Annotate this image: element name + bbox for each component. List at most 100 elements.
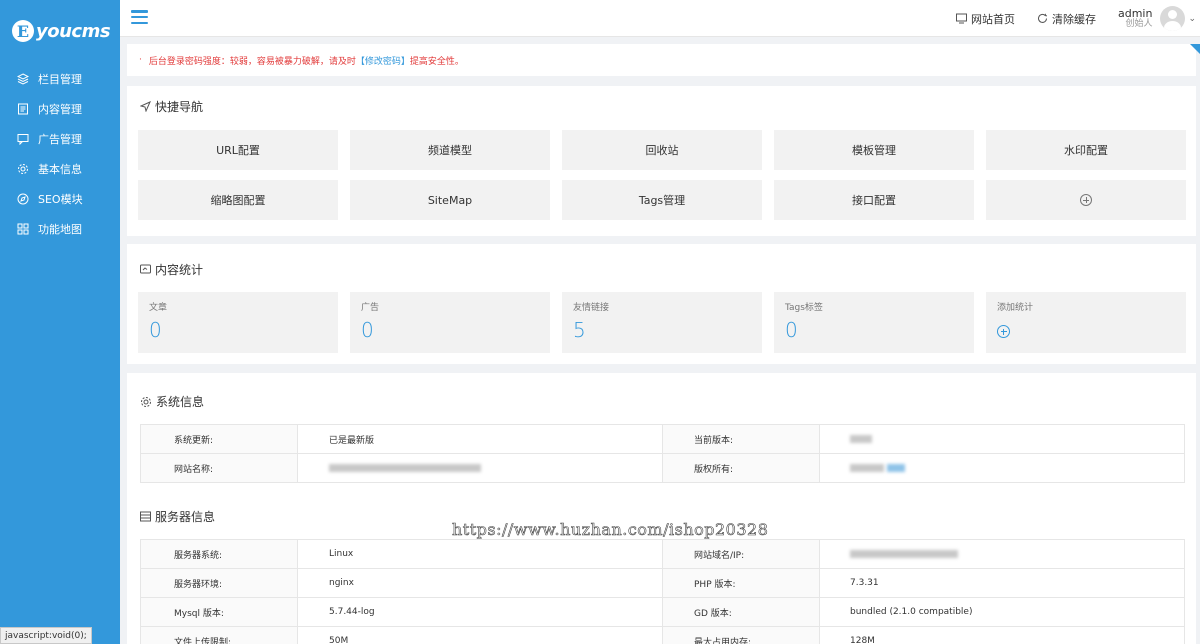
- table-row: 服务器环境: nginx PHP 版本: 7.3.31: [140, 568, 1185, 598]
- server-info-title: 服务器信息: [155, 510, 216, 524]
- stat-ads[interactable]: 广告 0: [350, 292, 550, 353]
- table-row: 系统更新: 已是最新版 当前版本:: [140, 424, 1185, 454]
- sidebar-item-label: 功能地图: [38, 223, 82, 236]
- avatar[interactable]: [1160, 6, 1186, 31]
- stat-label: 文章: [149, 303, 168, 313]
- add-shortcut-button[interactable]: [986, 180, 1186, 220]
- watermark-config-button[interactable]: 水印配置: [986, 130, 1186, 170]
- gear-icon: [140, 396, 152, 408]
- api-config-button[interactable]: 接口配置: [774, 180, 974, 220]
- template-manage-button[interactable]: 模板管理: [774, 130, 974, 170]
- stat-value: 0: [149, 318, 162, 342]
- tags-manage-button[interactable]: Tags管理: [562, 180, 762, 220]
- info-key: 当前版本:: [662, 424, 820, 454]
- stat-articles[interactable]: 文章 0: [138, 292, 338, 353]
- sidebar-item-label: 基本信息: [38, 163, 82, 176]
- add-circle-icon: [1080, 194, 1092, 206]
- stat-value: 0: [785, 318, 798, 342]
- change-password-link[interactable]: 【修改密码】: [356, 54, 410, 67]
- send-icon: [140, 101, 151, 112]
- logo-text: youcms: [36, 20, 111, 42]
- info-key: PHP 版本:: [662, 568, 820, 598]
- info-key: 最大占用内存:: [662, 626, 820, 644]
- table-row: 网站名称: 版权所有:: [140, 453, 1185, 483]
- info-value: Linux: [297, 539, 663, 569]
- clear-cache-link[interactable]: 清除缓存: [1037, 11, 1096, 27]
- info-value: 5.7.44-log: [297, 597, 663, 627]
- chevron-down-icon[interactable]: ⌄: [1188, 14, 1196, 24]
- monitor-icon: [955, 13, 967, 24]
- document-icon: [17, 103, 29, 115]
- recycle-bin-button[interactable]: 回收站: [562, 130, 762, 170]
- stats-grid: 文章 0 广告 0 友情链接 5 Tags标签 0 添加统计: [138, 292, 1186, 353]
- info-key: 网站名称:: [140, 453, 298, 483]
- info-value-redacted: [819, 424, 1185, 454]
- system-info-title: 系统信息: [156, 395, 205, 409]
- stat-label: 友情链接: [573, 303, 610, 313]
- sidebar-item-label: 栏目管理: [38, 73, 82, 86]
- server-info-table: 服务器系统: Linux 网站域名/IP: 服务器环境: nginx PHP 版…: [140, 539, 1185, 644]
- info-value: 50M: [297, 626, 663, 644]
- stat-add[interactable]: 添加统计: [986, 292, 1186, 353]
- stat-label: 广告: [361, 303, 380, 313]
- info-value: 128M: [819, 626, 1185, 644]
- stat-links[interactable]: 友情链接 5: [562, 292, 762, 353]
- chart-icon: [140, 264, 151, 275]
- quick-nav-body: 快捷导航 URL配置 频道模型 回收站 模板管理 水印配置 缩略图配置 Site…: [127, 86, 1196, 236]
- add-circle-icon[interactable]: [997, 325, 1010, 338]
- sidebar-item-label: 内容管理: [38, 103, 82, 116]
- system-info-table: 系统更新: 已是最新版 当前版本: 网站名称: 版权所有:: [140, 424, 1185, 483]
- refresh-icon: [1037, 13, 1048, 24]
- table-row: 服务器系统: Linux 网站域名/IP:: [140, 539, 1185, 569]
- sidebar-item-basic-info[interactable]: 基本信息: [0, 154, 120, 184]
- topbar-actions: 网站首页 清除缓存 admin 创始人 ⌄: [955, 0, 1200, 37]
- sidebar-item-ads[interactable]: 广告管理: [0, 124, 120, 154]
- quick-nav-title: 快捷导航: [155, 100, 204, 114]
- megaphone-icon: [17, 133, 29, 145]
- alert-text-after: 提高安全性。: [409, 56, 464, 67]
- quick-nav-heading: 快捷导航: [140, 98, 203, 115]
- stat-label: Tags标签: [785, 303, 823, 313]
- channel-model-button[interactable]: 频道模型: [350, 130, 550, 170]
- quick-nav-grid: URL配置 频道模型 回收站 模板管理 水印配置 缩略图配置 SiteMap T…: [138, 130, 1186, 220]
- info-value-redacted: [819, 539, 1185, 569]
- sidebar-nav: 栏目管理 内容管理 广告管理 基本信息 SEO模块 功能地图: [0, 64, 120, 244]
- stat-value: 0: [361, 318, 374, 342]
- sidebar-item-content[interactable]: 内容管理: [0, 94, 120, 124]
- grid-icon: [17, 223, 29, 235]
- clear-cache-label: 清除缓存: [1051, 12, 1096, 26]
- info-value: nginx: [297, 568, 663, 598]
- info-key: 网站域名/IP:: [662, 539, 820, 569]
- content-stats-title: 内容统计: [155, 263, 204, 277]
- logo-mark: E: [12, 20, 34, 42]
- compass-icon: [17, 193, 29, 205]
- password-alert-bar: · 后台登录密码强度：较弱，容易被暴力破解，请及时 【修改密码】 提高安全性。: [127, 44, 1196, 76]
- corner-flag-icon: [1190, 44, 1200, 54]
- info-value: 已是最新版: [297, 424, 663, 454]
- menu-toggle-icon[interactable]: [131, 10, 148, 24]
- info-key: Mysql 版本:: [140, 597, 298, 627]
- sidebar-item-label: 广告管理: [38, 133, 82, 146]
- thumbnail-config-button[interactable]: 缩略图配置: [138, 180, 338, 220]
- sidebar-item-function-map[interactable]: 功能地图: [0, 214, 120, 244]
- info-value: bundled (2.1.0 compatible): [819, 597, 1185, 627]
- info-value-redacted: [297, 453, 663, 483]
- url-config-button[interactable]: URL配置: [138, 130, 338, 170]
- info-body: 系统信息 系统更新: 已是最新版 当前版本: 网站名称: 版权所有: 服务器信息…: [127, 373, 1196, 644]
- info-key: 服务器环境:: [140, 568, 298, 598]
- sidebar-item-columns[interactable]: 栏目管理: [0, 64, 120, 94]
- sitemap-button[interactable]: SiteMap: [350, 180, 550, 220]
- content-stats-heading: 内容统计: [140, 261, 203, 278]
- info-key: 文件上传限制:: [140, 626, 298, 644]
- site-home-link[interactable]: 网站首页: [955, 11, 1015, 27]
- logo[interactable]: E youcms: [0, 0, 120, 62]
- stat-tags[interactable]: Tags标签 0: [774, 292, 974, 353]
- sidebar-item-seo[interactable]: SEO模块: [0, 184, 120, 214]
- info-key: 版权所有:: [662, 453, 820, 483]
- system-info-heading: 系统信息: [140, 393, 204, 410]
- table-row: Mysql 版本: 5.7.44-log GD 版本: bundled (2.1…: [140, 597, 1185, 627]
- sidebar: E youcms 栏目管理 内容管理 广告管理 基本信息 SEO模块 功能地图: [0, 0, 120, 644]
- sidebar-item-label: SEO模块: [38, 193, 83, 206]
- user-info[interactable]: admin 创始人: [1118, 7, 1152, 30]
- layers-icon: [17, 73, 29, 85]
